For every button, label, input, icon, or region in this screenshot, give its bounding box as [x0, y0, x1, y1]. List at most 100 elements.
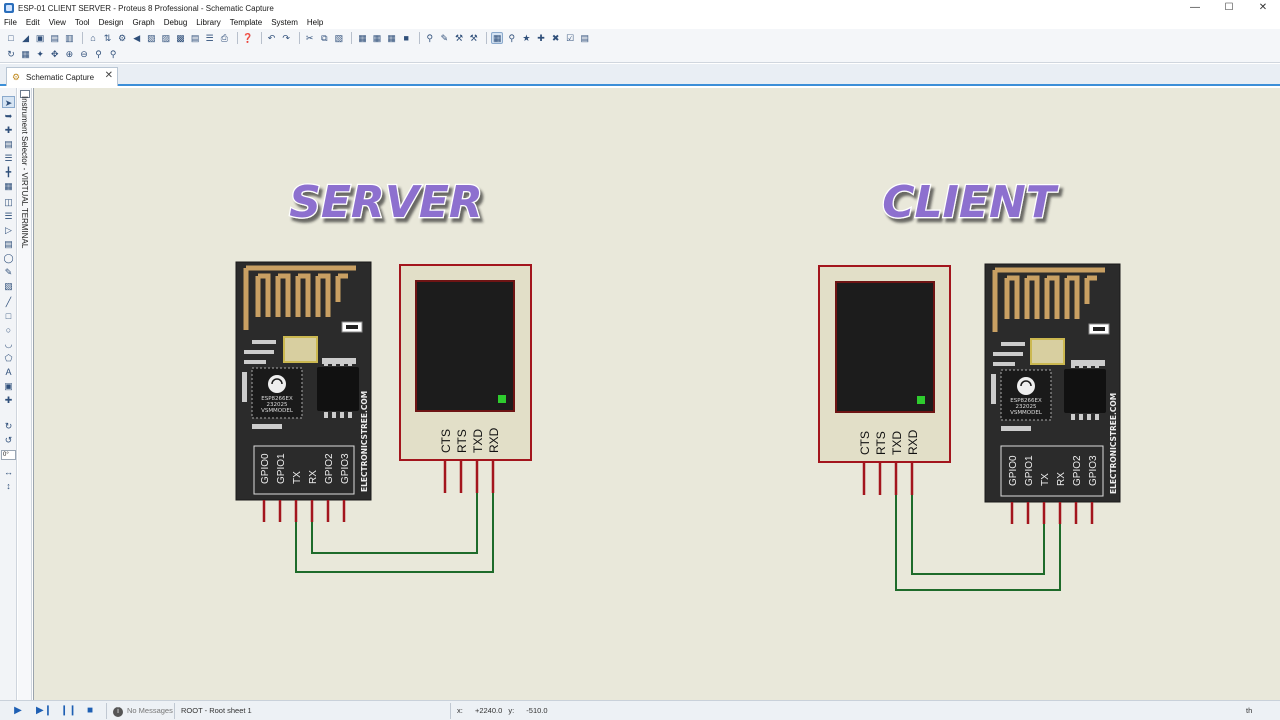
- new-sheet-icon[interactable]: ✚: [535, 32, 547, 44]
- zoom-out-icon[interactable]: ⊖: [78, 48, 90, 60]
- play-icon[interactable]: ▶: [12, 705, 24, 717]
- netlist-to-pcb-icon[interactable]: ▤: [579, 32, 591, 44]
- tape-recorder-icon[interactable]: ▤: [2, 238, 15, 250]
- path-draw-icon[interactable]: ⬠: [2, 352, 15, 364]
- server-esp01-module[interactable]: ESP8266EX 232025 VSMMODEL ELECTRONICSTRE…: [235, 261, 372, 501]
- selection-mode-icon[interactable]: ➤: [2, 96, 15, 108]
- symbol-icon[interactable]: ▣: [2, 380, 15, 392]
- block-delete-icon[interactable]: ■: [400, 32, 412, 44]
- make-device-icon[interactable]: ⚒: [453, 32, 465, 44]
- arc-draw-icon[interactable]: ◡: [2, 338, 15, 350]
- export-icon[interactable]: ▥: [63, 32, 75, 44]
- menu-system[interactable]: System: [271, 18, 298, 27]
- component-icon[interactable]: ⇅: [102, 32, 114, 44]
- pick-device-icon[interactable]: ✎: [438, 32, 450, 44]
- circle-draw-icon[interactable]: ○: [2, 324, 15, 336]
- minimize-button[interactable]: —: [1178, 0, 1212, 16]
- open-folder-icon[interactable]: ◢: [20, 32, 32, 44]
- generator-icon[interactable]: ◯: [2, 252, 15, 264]
- mirror-y-icon[interactable]: ↕: [2, 480, 15, 492]
- voltage-probe-icon[interactable]: ✎: [2, 266, 15, 278]
- menu-library[interactable]: Library: [196, 18, 220, 27]
- message-status[interactable]: i No Messages: [106, 702, 174, 719]
- buses-icon[interactable]: ╋: [2, 166, 15, 178]
- step-icon[interactable]: ▶❙: [36, 705, 52, 717]
- design-explorer-icon[interactable]: ▩: [175, 32, 187, 44]
- client-esp01-module[interactable]: ESP8266EX 232025 VSMMODEL ELECTRONICSTRE…: [984, 263, 1121, 503]
- paste-icon[interactable]: ▧: [333, 32, 345, 44]
- property-assign-icon[interactable]: ★: [520, 32, 532, 44]
- marker-icon[interactable]: ✚: [2, 394, 15, 406]
- text-draw-icon[interactable]: A: [2, 366, 15, 378]
- print-icon[interactable]: ⎙: [218, 32, 230, 44]
- zoom-all-icon[interactable]: ⚲: [93, 48, 105, 60]
- pause-icon[interactable]: ❙❙: [60, 705, 77, 717]
- pan-icon[interactable]: ✥: [49, 48, 61, 60]
- menu-debug[interactable]: Debug: [164, 18, 188, 27]
- menu-design[interactable]: Design: [99, 18, 124, 27]
- text-script-icon[interactable]: ☰: [2, 152, 15, 164]
- menu-help[interactable]: Help: [307, 18, 323, 27]
- server-virtual-terminal[interactable]: CTS RTS TXD RXD: [399, 264, 532, 461]
- save-icon[interactable]: ▣: [34, 32, 46, 44]
- menu-template[interactable]: Template: [230, 18, 262, 27]
- zoom-area-icon[interactable]: ⚲: [107, 48, 119, 60]
- subcircuit-icon[interactable]: ▦: [2, 180, 15, 192]
- zoom-search-icon[interactable]: ⚲: [424, 32, 436, 44]
- block-copy-icon[interactable]: ▦: [356, 32, 368, 44]
- stop-icon[interactable]: ■: [84, 705, 96, 717]
- origin-icon[interactable]: ✦: [34, 48, 46, 60]
- copy-icon[interactable]: ⧉: [318, 32, 330, 44]
- home-icon[interactable]: ⌂: [87, 32, 99, 44]
- netlist-icon[interactable]: ☰: [204, 32, 216, 44]
- 3d-view-icon[interactable]: ◀: [131, 32, 143, 44]
- rotation-angle-field[interactable]: 0°: [1, 450, 16, 460]
- component-mode-icon[interactable]: ➥: [2, 110, 15, 122]
- box-draw-icon[interactable]: □: [2, 310, 15, 322]
- gerber-icon[interactable]: ▧: [145, 32, 157, 44]
- source-code-icon[interactable]: ▤: [189, 32, 201, 44]
- schematic-canvas[interactable]: SERVER CLIENT ESP8266EX 232025 VSMMODEL: [33, 88, 1280, 700]
- grid-icon[interactable]: ▦: [20, 48, 32, 60]
- client-virtual-terminal[interactable]: CTS RTS TXD RXD: [818, 265, 951, 463]
- block-rotate-icon[interactable]: ▦: [386, 32, 398, 44]
- refresh-icon[interactable]: ↻: [5, 48, 17, 60]
- server-wires[interactable]: [295, 493, 494, 573]
- junction-dot-icon[interactable]: ✚: [2, 124, 15, 136]
- mirror-x-icon[interactable]: ↔: [2, 466, 15, 478]
- zoom-in-icon[interactable]: ⊕: [63, 48, 75, 60]
- graph-mode-icon[interactable]: ▷: [2, 224, 15, 236]
- rotate-clockwise-icon[interactable]: ↻: [2, 420, 15, 432]
- menu-view[interactable]: View: [49, 18, 66, 27]
- remove-sheet-icon[interactable]: ✖: [550, 32, 562, 44]
- close-window-button[interactable]: ✕: [1246, 0, 1280, 16]
- menu-file[interactable]: File: [4, 18, 17, 27]
- package-tool-icon[interactable]: ⚒: [468, 32, 480, 44]
- close-tab-icon[interactable]: ✕: [105, 70, 113, 81]
- undo-icon[interactable]: ↶: [266, 32, 278, 44]
- maximize-button[interactable]: ☐: [1212, 0, 1246, 16]
- virtual-instruments-icon[interactable]: ▧: [2, 280, 15, 292]
- block-move-icon[interactable]: ▦: [371, 32, 383, 44]
- wire-autorouter-icon[interactable]: ▦: [491, 31, 504, 44]
- instrument-selector-panel[interactable]: Instrument Selector - VIRTUAL TERMINAL: [18, 88, 32, 700]
- menu-tool[interactable]: Tool: [75, 18, 90, 27]
- import-icon[interactable]: ▤: [49, 32, 61, 44]
- redo-icon[interactable]: ↷: [280, 32, 292, 44]
- device-pins-icon[interactable]: ☰: [2, 210, 15, 222]
- menu-graph[interactable]: Graph: [132, 18, 154, 27]
- pcb-icon[interactable]: ⚙: [116, 32, 128, 44]
- menu-edit[interactable]: Edit: [26, 18, 40, 27]
- electrical-rule-check-icon[interactable]: ☑: [564, 32, 576, 44]
- new-file-icon[interactable]: □: [5, 32, 17, 44]
- help-icon[interactable]: ❓: [242, 32, 254, 44]
- terminals-icon[interactable]: ◫: [2, 196, 15, 208]
- rotate-anticlockwise-icon[interactable]: ↺: [2, 434, 15, 446]
- tab-schematic-capture[interactable]: ⚙ Schematic Capture ✕: [6, 67, 118, 86]
- line-draw-icon[interactable]: ╱: [2, 296, 15, 308]
- client-wires[interactable]: [895, 495, 1061, 591]
- bom-icon[interactable]: ▨: [160, 32, 172, 44]
- search-tag-icon[interactable]: ⚲: [506, 32, 518, 44]
- cut-icon[interactable]: ✂: [304, 32, 316, 44]
- wire-label-icon[interactable]: ▤: [2, 138, 15, 150]
